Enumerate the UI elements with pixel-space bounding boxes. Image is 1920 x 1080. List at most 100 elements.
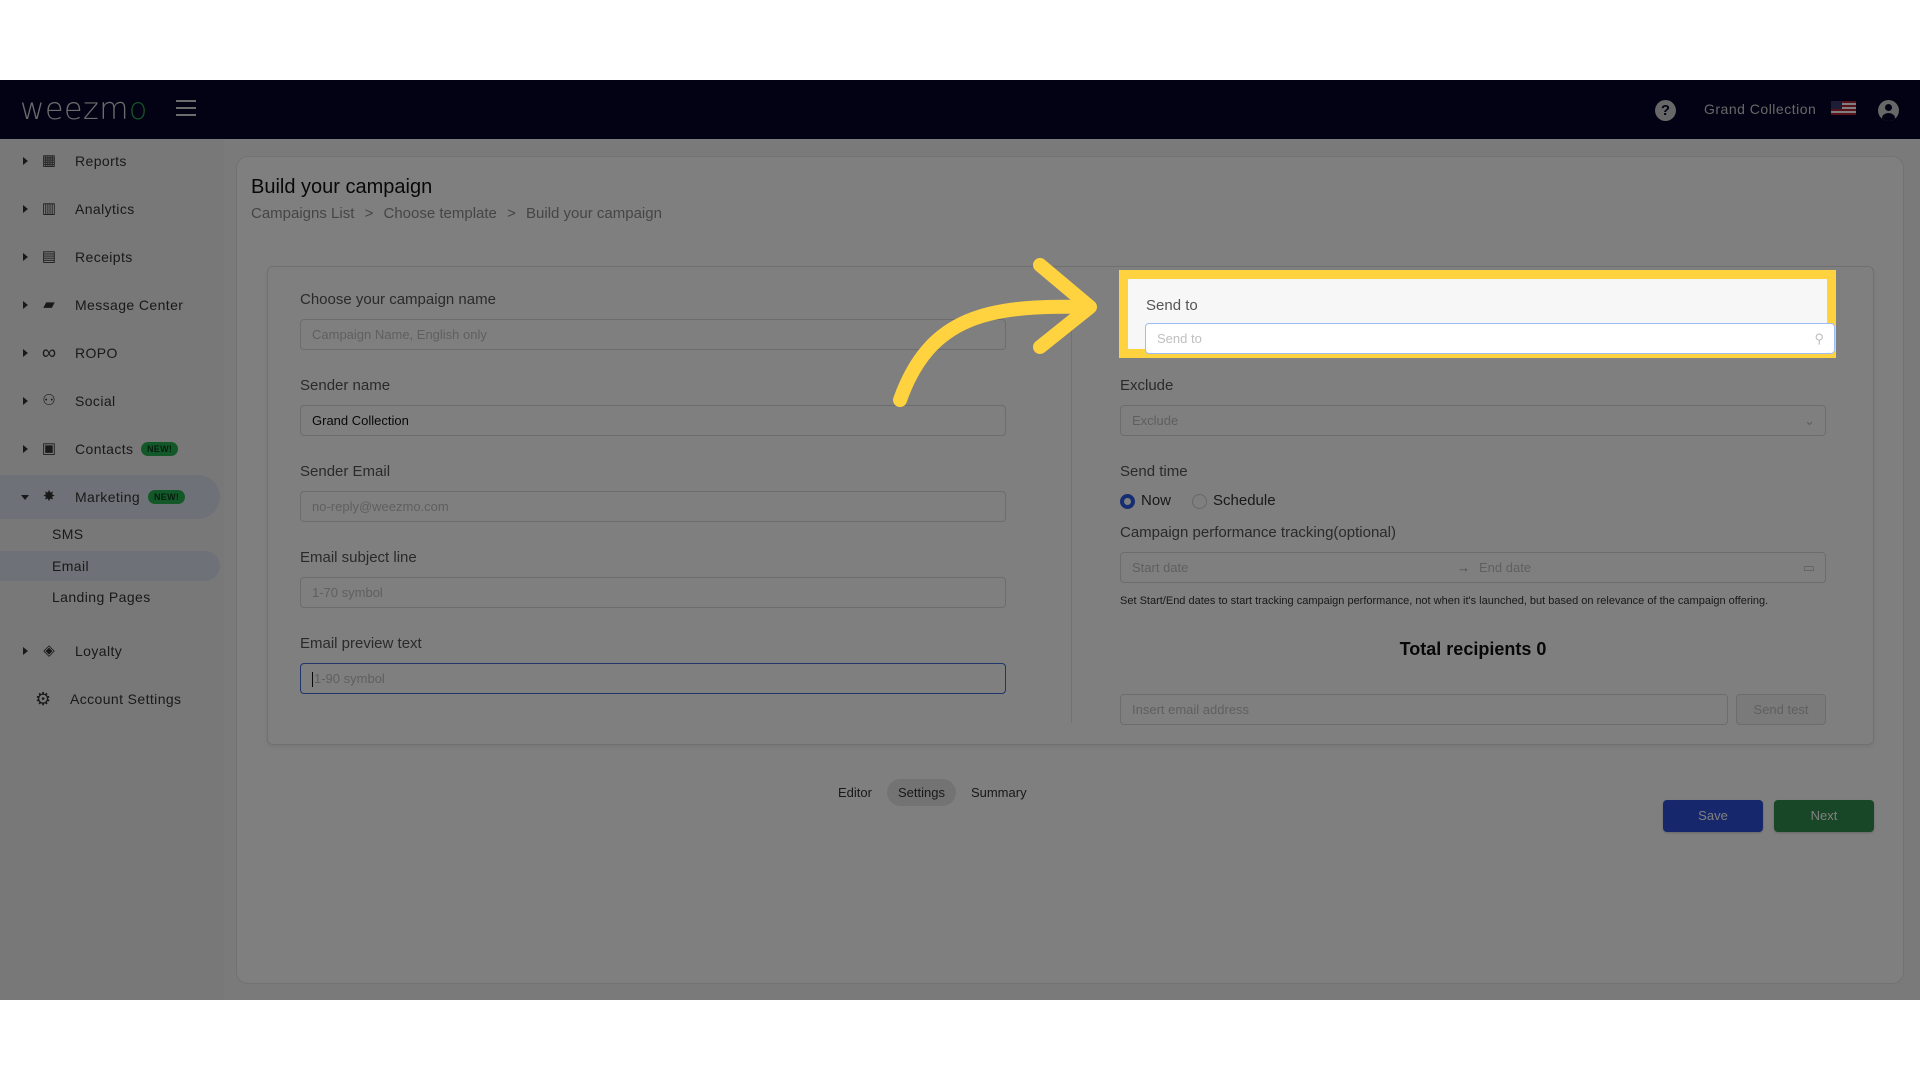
user-account-icon[interactable] bbox=[1878, 100, 1899, 121]
step-tabs: Editor Settings Summary bbox=[827, 779, 1042, 806]
send-to-input[interactable]: Send to ⚲ bbox=[1145, 323, 1835, 354]
sidebar: ▦ Reports ▥ Analytics ▤ Receipts ▰ Messa… bbox=[0, 139, 224, 1000]
sidebar-subitem-label: SMS bbox=[52, 526, 84, 542]
sidebar-subitem-label: Landing Pages bbox=[52, 589, 151, 605]
breadcrumb: Campaigns List > Choose template > Build… bbox=[251, 205, 668, 222]
sender-email-label: Sender Email bbox=[300, 463, 391, 480]
breadcrumb-separator: > bbox=[507, 205, 516, 222]
send-time-schedule-radio[interactable] bbox=[1192, 494, 1207, 509]
arrow-right-icon: → bbox=[1457, 560, 1470, 575]
tracking-date-range[interactable]: Start date → End date ▭ bbox=[1120, 552, 1826, 583]
receipt-icon: ▤ bbox=[41, 248, 57, 265]
total-recipients: Total recipients 0 bbox=[1399, 639, 1547, 659]
sidebar-item-account-settings[interactable]: ⚙ Account Settings bbox=[0, 677, 220, 721]
sidebar-item-label: Reports bbox=[75, 153, 127, 169]
caret-right-icon bbox=[23, 253, 28, 261]
tracking-hint: Set Start/End dates to start tracking ca… bbox=[1120, 595, 1769, 607]
breadcrumb-choose-template[interactable]: Choose template bbox=[384, 205, 497, 222]
send-to-label: Send to bbox=[1146, 297, 1198, 314]
caret-right-icon bbox=[23, 445, 28, 453]
sidebar-item-label: Contacts bbox=[75, 441, 134, 457]
weezmo-logo[interactable]: weezmo bbox=[20, 92, 148, 127]
sidebar-item-label: Account Settings bbox=[70, 691, 182, 707]
sidebar-item-label: Message Center bbox=[75, 297, 184, 313]
end-date-input[interactable]: End date bbox=[1479, 553, 1531, 582]
start-date-input[interactable]: Start date bbox=[1132, 560, 1188, 575]
sidebar-item-label: Marketing bbox=[75, 489, 141, 505]
breadcrumb-campaigns-list[interactable]: Campaigns List bbox=[251, 205, 354, 222]
test-email-input[interactable]: Insert email address bbox=[1120, 694, 1728, 725]
exclude-select[interactable]: Exclude ⌄ bbox=[1120, 405, 1826, 436]
send-time-schedule-label[interactable]: Schedule bbox=[1213, 492, 1276, 509]
sidebar-subitem-sms[interactable]: SMS bbox=[0, 519, 220, 549]
sidebar-item-contacts[interactable]: ▣ Contacts NEW! bbox=[0, 427, 220, 471]
caret-right-icon bbox=[23, 301, 28, 309]
breadcrumb-separator: > bbox=[364, 205, 374, 222]
subject-line-label: Email subject line bbox=[300, 549, 417, 566]
sidebar-item-ropo[interactable]: ∞ ROPO bbox=[0, 331, 220, 375]
caret-down-icon bbox=[21, 494, 29, 500]
send-time-label: Send time bbox=[1120, 463, 1188, 480]
us-flag-icon[interactable] bbox=[1831, 101, 1856, 115]
breadcrumb-current: Build your campaign bbox=[526, 205, 662, 222]
sidebar-subitem-landing-pages[interactable]: Landing Pages bbox=[0, 582, 220, 612]
sidebar-item-marketing[interactable]: ✸ Marketing NEW! bbox=[0, 475, 220, 519]
search-icon: ⚲ bbox=[1814, 331, 1824, 346]
exclude-label: Exclude bbox=[1120, 377, 1174, 394]
sidebar-item-analytics[interactable]: ▥ Analytics bbox=[0, 187, 220, 231]
app: weezmo ? Grand Collection ▦ Reports ▥ An… bbox=[0, 80, 1920, 1000]
tab-editor[interactable]: Editor bbox=[827, 779, 883, 806]
sidebar-item-loyalty[interactable]: ◈ Loyalty bbox=[0, 629, 220, 673]
subject-line-input[interactable]: 1-70 symbol bbox=[300, 577, 1006, 608]
dashboard-icon: ▦ bbox=[41, 152, 57, 169]
caret-right-icon bbox=[23, 349, 28, 357]
column-divider bbox=[1071, 285, 1072, 723]
new-badge: NEW! bbox=[148, 490, 186, 504]
sidebar-item-label: ROPO bbox=[75, 345, 118, 361]
tab-summary[interactable]: Summary bbox=[960, 779, 1038, 806]
sidebar-item-reports[interactable]: ▦ Reports bbox=[0, 139, 220, 183]
send-time-now-radio[interactable] bbox=[1120, 494, 1135, 509]
help-icon[interactable]: ? bbox=[1655, 100, 1676, 121]
save-button[interactable]: Save bbox=[1663, 800, 1763, 832]
caret-right-icon bbox=[23, 157, 28, 165]
sender-name-label: Sender name bbox=[300, 377, 391, 394]
page-title: Build your campaign bbox=[251, 176, 433, 198]
caret-right-icon bbox=[23, 647, 28, 655]
sidebar-item-social[interactable]: ⚇ Social bbox=[0, 379, 220, 423]
sidebar-item-message-center[interactable]: ▰ Message Center bbox=[0, 283, 220, 327]
sidebar-item-label: Social bbox=[75, 393, 116, 409]
send-time-now-label[interactable]: Now bbox=[1141, 492, 1171, 509]
top-bar: weezmo ? Grand Collection bbox=[0, 80, 1920, 139]
sidebar-item-label: Loyalty bbox=[75, 643, 123, 659]
calendar-icon[interactable]: ▭ bbox=[1803, 553, 1815, 582]
tab-settings[interactable]: Settings bbox=[886, 779, 956, 806]
preview-text-input[interactable]: 1-90 symbol bbox=[300, 663, 1006, 694]
caret-right-icon bbox=[23, 397, 28, 405]
infinity-icon: ∞ bbox=[41, 342, 57, 364]
sidebar-subitem-label: Email bbox=[52, 558, 90, 574]
sidebar-item-label: Receipts bbox=[75, 249, 133, 265]
next-button[interactable]: Next bbox=[1774, 800, 1874, 832]
preview-text-label: Email preview text bbox=[300, 635, 422, 652]
text-cursor bbox=[312, 672, 313, 688]
caret-right-icon bbox=[23, 205, 28, 213]
campaign-name-input[interactable]: Campaign Name, English only bbox=[300, 319, 1006, 350]
menu-icon[interactable] bbox=[176, 100, 196, 118]
send-to-highlight: Send to Send to ⚲ bbox=[1119, 270, 1836, 358]
sidebar-subitem-email[interactable]: Email bbox=[0, 551, 220, 581]
store-name[interactable]: Grand Collection bbox=[1704, 101, 1816, 117]
sidebar-item-label: Analytics bbox=[75, 201, 135, 217]
sender-email-input[interactable]: no-reply@weezmo.com bbox=[300, 491, 1006, 522]
sender-name-input[interactable]: Grand Collection bbox=[300, 405, 1006, 436]
sidebar-item-receipts[interactable]: ▤ Receipts bbox=[0, 235, 220, 279]
new-badge: NEW! bbox=[141, 442, 179, 456]
chat-icon: ▰ bbox=[43, 296, 55, 313]
tag-icon: ◈ bbox=[43, 642, 55, 659]
tracking-label: Campaign performance tracking(optional) bbox=[1120, 524, 1396, 541]
send-test-button[interactable]: Send test bbox=[1736, 694, 1826, 725]
contacts-icon: ▣ bbox=[41, 440, 57, 457]
chevron-down-icon: ⌄ bbox=[1804, 413, 1815, 428]
bar-chart-icon: ▥ bbox=[41, 200, 57, 217]
campaign-name-label: Choose your campaign name bbox=[300, 291, 496, 308]
